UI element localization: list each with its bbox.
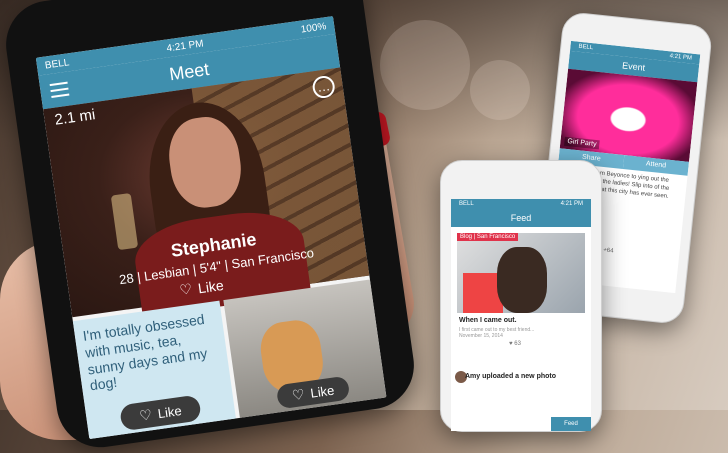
post-category-tag: Blog | San Francisco	[457, 233, 519, 241]
status-bar: BELL 4:21 PM	[451, 199, 591, 209]
page-title: Feed	[510, 213, 532, 223]
carrier-label: BELL	[578, 43, 594, 52]
clock-label: 4:21 PM	[669, 53, 693, 62]
post-meta: I first came out to my best friend... No…	[459, 327, 534, 339]
post-likes[interactable]: ♥ 63	[509, 341, 521, 347]
main-phone: BELL 4:21 PM 100% Meet 2.1 mi … Stephani…	[0, 0, 420, 453]
heart-icon: ♡	[138, 405, 153, 424]
post-title[interactable]: Amy uploaded a new photo	[465, 373, 556, 380]
carrier-label: BELL	[44, 56, 70, 72]
photo-glass	[110, 192, 139, 251]
attendee-count: +64	[602, 247, 614, 255]
background-bokeh	[380, 20, 470, 110]
post-date: November 15, 2014	[459, 333, 503, 339]
clock-label: 4:21 PM	[560, 201, 583, 207]
quote-text: I'm totally obsessed with music, tea, su…	[81, 310, 209, 394]
quote-card[interactable]: I'm totally obsessed with music, tea, su…	[72, 300, 237, 440]
page-title: Meet	[167, 58, 211, 84]
clock-label: 4:21 PM	[165, 37, 205, 54]
dog-photo-card[interactable]: ♡ Like	[223, 279, 387, 419]
like-label: Like	[196, 276, 225, 296]
meet-screen: BELL 4:21 PM 100% Meet 2.1 mi … Stephani…	[35, 16, 387, 440]
background-bokeh	[470, 60, 530, 120]
likes-count: 63	[514, 341, 521, 347]
heart-icon: ♡	[178, 280, 194, 298]
like-label: Like	[156, 402, 183, 421]
post-image[interactable]	[457, 233, 585, 313]
post-image-couple	[497, 247, 547, 313]
distance-label: 2.1 mi	[53, 106, 97, 129]
feed-header: Feed	[451, 209, 591, 227]
event-image[interactable]	[559, 68, 698, 162]
tab-feed[interactable]: Feed	[551, 417, 591, 431]
feed-phone: BELL 4:21 PM Feed Blog | San Francisco W…	[440, 160, 602, 432]
page-title: Event	[621, 60, 646, 73]
battery-label: 100%	[300, 20, 327, 36]
heart-icon: ♡	[290, 385, 306, 403]
like-label: Like	[309, 382, 336, 401]
menu-icon[interactable]	[49, 81, 70, 99]
post-title[interactable]: When I came out.	[459, 317, 517, 324]
profile-photo[interactable]: 2.1 mi … Stephanie 28 | Lesbian | 5'4" |…	[43, 67, 370, 318]
feed-screen: BELL 4:21 PM Feed Blog | San Francisco W…	[451, 199, 591, 431]
quote-like-button[interactable]: ♡ Like	[119, 394, 202, 432]
heart-icon: ♥	[509, 341, 513, 347]
carrier-label: BELL	[459, 201, 474, 207]
